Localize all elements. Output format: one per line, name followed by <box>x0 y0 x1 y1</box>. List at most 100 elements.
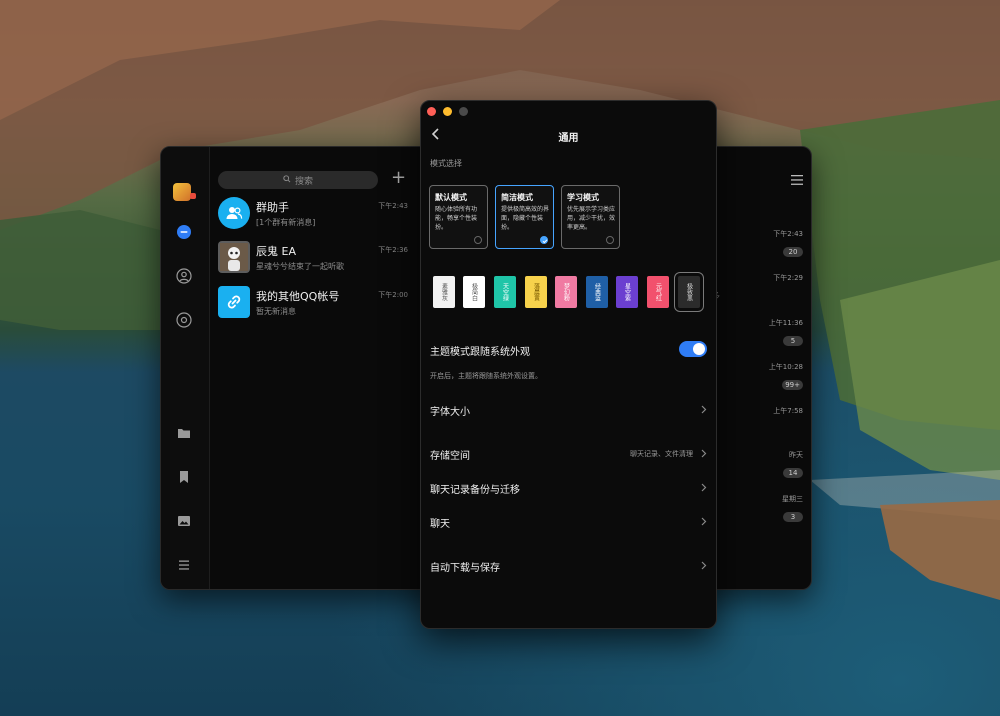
chat-time: 下午2:36 <box>378 246 408 254</box>
user-avatar[interactable] <box>173 183 191 201</box>
unread-badge: 14 <box>783 468 803 478</box>
mode-description: 随心体验所有功能，畅享个性装扮。 <box>435 206 478 231</box>
mode-radio[interactable] <box>606 236 614 244</box>
chat-time-entry: 上午10:28 99+ <box>743 362 803 391</box>
theme-swatch[interactable]: 梦幻粉 <box>555 276 577 308</box>
contacts-icon[interactable] <box>176 268 192 284</box>
mode-card-simple[interactable]: 简洁模式 提供极简高效的界面，隐藏个性装扮。 <box>495 185 554 249</box>
message-icon[interactable] <box>176 224 192 240</box>
theme-name: 素雅灰 <box>440 283 448 301</box>
mode-name: 学习模式 <box>567 193 599 202</box>
theme-name: 落晨黄 <box>532 283 540 301</box>
mode-card-default[interactable]: 默认模式 随心体验所有功能，畅享个性装扮。 <box>429 185 488 249</box>
mode-description: 提供极简高效的界面，隐藏个性装扮。 <box>501 206 550 231</box>
search-input[interactable]: 搜索 <box>218 171 378 189</box>
more-menu-icon[interactable] <box>791 175 803 185</box>
window-controls <box>427 107 468 116</box>
chat-list-item[interactable]: 我的其他QQ帐号 暂无新消息 下午2:00 <box>210 282 420 330</box>
chevron-right-icon <box>701 405 707 414</box>
settings-window: 通用 模式选择 默认模式 随心体验所有功能，畅享个性装扮。 简洁模式 提供极简高… <box>420 100 717 629</box>
theme-swatch-selected[interactable]: 极致黑 <box>674 272 704 312</box>
status-badge <box>190 193 196 199</box>
row-label: 字体大小 <box>430 407 470 418</box>
chat-time-entry: 下午2:29 <box>743 273 803 283</box>
follow-system-label: 主题模式跟随系统外观 <box>430 347 530 358</box>
follow-system-hint: 开启后，主题将跟随系统外观设置。 <box>430 372 542 380</box>
chevron-right-icon <box>701 561 707 570</box>
section-label-mode: 模式选择 <box>430 159 462 168</box>
search-icon <box>283 174 291 186</box>
settings-row-storage[interactable]: 存储空间 聊天记录、文件清理 <box>430 447 707 462</box>
search-placeholder: 搜索 <box>294 176 313 187</box>
theme-swatch[interactable]: 落晨黄 <box>525 276 547 308</box>
add-button[interactable]: + <box>391 167 406 189</box>
mode-card-study[interactable]: 学习模式 优先展示学习类应用，减少干扰，效率更高。 <box>561 185 620 249</box>
chat-time-entry: 上午7:58 <box>743 406 803 416</box>
explore-icon[interactable] <box>176 312 192 328</box>
row-label: 聊天 <box>430 519 450 530</box>
chat-list-item[interactable]: 辰鬼 EA 星魂兮兮结束了一起听歌 下午2:36 <box>210 237 420 285</box>
chevron-right-icon <box>701 449 707 458</box>
theme-name: 星空紫 <box>623 283 631 301</box>
chat-time-entry: 昨天 14 <box>743 450 803 479</box>
follow-system-toggle[interactable] <box>679 341 707 357</box>
settings-row-backup[interactable]: 聊天记录备份与迁移 <box>430 481 707 496</box>
chat-time-entry: 下午2:43 20 <box>743 229 803 258</box>
chat-list-item[interactable]: 群助手 [1个群有新消息] 下午2:43 <box>210 193 420 241</box>
chat-name: 我的其他QQ帐号 <box>256 290 340 303</box>
chat-time: 下午2:00 <box>378 291 408 299</box>
row-label: 聊天记录备份与迁移 <box>430 485 520 496</box>
chat-times-column: 下午2:43 20 下午2:29 上午11:36 5 上午10:28 99+ 上… <box>716 147 811 589</box>
settings-row-chat[interactable]: 聊天 <box>430 515 707 530</box>
theme-swatch[interactable]: 素雅灰 <box>433 276 455 308</box>
minimize-window-button[interactable] <box>443 107 452 116</box>
unread-badge: 3 <box>783 512 803 522</box>
hamburger-menu-icon[interactable] <box>176 557 192 573</box>
chat-time: 下午2:29 <box>773 274 803 282</box>
theme-swatch[interactable]: 天空绿 <box>494 276 516 308</box>
chevron-right-icon <box>701 517 707 526</box>
robot-avatar <box>218 241 250 273</box>
bookmark-icon[interactable] <box>176 469 192 485</box>
close-window-button[interactable] <box>427 107 436 116</box>
unread-badge: 99+ <box>782 380 803 390</box>
theme-swatch[interactable]: 极简白 <box>463 276 485 308</box>
chat-preview: 暂无新消息 <box>256 307 296 316</box>
chat-time: 下午2:43 <box>773 230 803 238</box>
chat-name: 辰鬼 EA <box>256 245 296 258</box>
checkmark-icon[interactable] <box>540 236 548 244</box>
unread-badge: 5 <box>783 336 803 346</box>
chat-time: 昨天 <box>789 451 803 459</box>
theme-name: 梦幻粉 <box>562 283 570 301</box>
theme-swatch[interactable]: 星空紫 <box>616 276 638 308</box>
chat-preview: [1个群有新消息] <box>256 218 316 227</box>
row-label: 存储空间 <box>430 451 470 462</box>
settings-row-auto-download[interactable]: 自动下载与保存 <box>430 559 707 574</box>
chevron-right-icon <box>701 483 707 492</box>
mode-name: 简洁模式 <box>501 193 533 202</box>
settings-row-font-size[interactable]: 字体大小 <box>430 403 707 418</box>
theme-swatch[interactable]: 经典蓝 <box>586 276 608 308</box>
theme-name: 经典蓝 <box>593 283 601 301</box>
folder-icon[interactable] <box>176 425 192 441</box>
chat-time-entry: 星期三 3 <box>743 494 803 523</box>
follow-system-row: 主题模式跟随系统外观 开启后，主题将跟随系统外观设置。 <box>430 341 707 380</box>
theme-name: 极致黑 <box>685 283 693 301</box>
mode-description: 优先展示学习类应用，减少干扰，效率更高。 <box>567 206 616 231</box>
zoom-window-button[interactable] <box>459 107 468 116</box>
link-icon <box>218 286 250 318</box>
theme-name: 元气红 <box>654 283 662 301</box>
chat-time: 星期三 <box>782 495 803 503</box>
image-icon[interactable] <box>176 513 192 529</box>
mode-name: 默认模式 <box>435 193 467 202</box>
theme-swatch[interactable]: 元气红 <box>647 276 669 308</box>
mode-radio[interactable] <box>474 236 482 244</box>
page-title: 通用 <box>558 133 579 144</box>
chat-preview: 星魂兮兮结束了一起听歌 <box>256 262 344 271</box>
row-value: 聊天记录、文件清理 <box>630 450 693 458</box>
unread-badge: 20 <box>783 247 803 257</box>
row-label: 自动下载与保存 <box>430 563 500 574</box>
chat-time: 下午2:43 <box>378 202 408 210</box>
theme-name: 极简白 <box>470 283 478 301</box>
side-rail <box>161 147 210 589</box>
